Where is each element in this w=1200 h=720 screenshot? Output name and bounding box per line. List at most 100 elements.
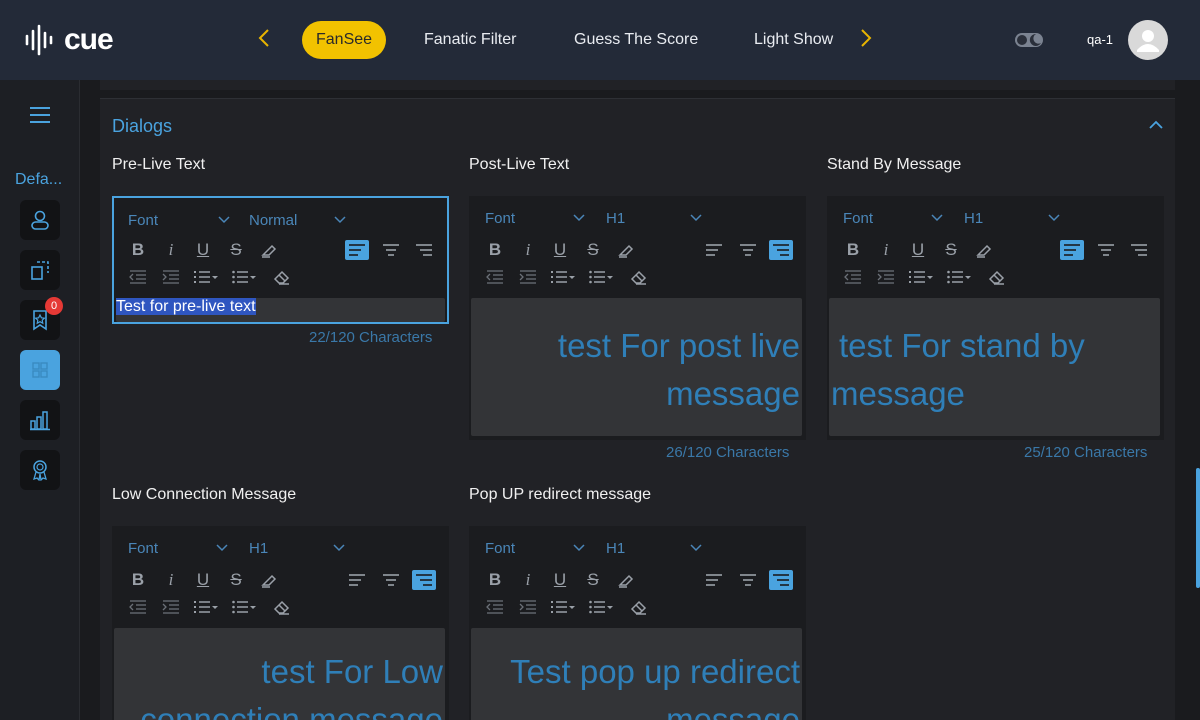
highlight-button[interactable]: [257, 570, 281, 590]
tab-light-show[interactable]: Light Show: [740, 21, 847, 59]
font-select[interactable]: Font: [485, 540, 515, 557]
bold-button[interactable]: B: [483, 570, 507, 590]
editor-content[interactable]: test For Low connection message: [114, 628, 445, 720]
chevron-down-icon[interactable]: [931, 214, 943, 222]
hamburger-menu-icon[interactable]: [30, 106, 50, 124]
eraser-button[interactable]: [627, 267, 651, 287]
align-left-button[interactable]: [345, 570, 369, 590]
highlight-button[interactable]: [614, 240, 638, 260]
chevron-down-icon[interactable]: [216, 544, 228, 552]
bullet-list-button[interactable]: [944, 267, 974, 287]
editor-low-connection-message[interactable]: Font H1 Bi U S test For Low connection mes…: [112, 526, 449, 720]
bullet-list-button[interactable]: [586, 597, 616, 617]
outdent-button[interactable]: [483, 597, 507, 617]
strikethrough-button[interactable]: S: [939, 240, 963, 260]
underline-button[interactable]: U: [548, 570, 572, 590]
user-name[interactable]: qa-1: [1087, 32, 1113, 47]
font-select[interactable]: Font: [485, 210, 515, 227]
font-select[interactable]: Font: [128, 540, 158, 557]
chevron-down-icon[interactable]: [218, 216, 230, 224]
chevron-down-icon[interactable]: [573, 214, 585, 222]
size-select[interactable]: H1: [249, 540, 268, 557]
underline-button[interactable]: U: [191, 570, 215, 590]
italic-button[interactable]: i: [516, 240, 540, 260]
font-select[interactable]: Font: [843, 210, 873, 227]
editor-popup-redirect-message[interactable]: Font H1 Bi U S Test pop up redirect messag…: [469, 526, 806, 720]
outdent-button[interactable]: [126, 597, 150, 617]
align-right-button[interactable]: [412, 240, 436, 260]
italic-button[interactable]: i: [874, 240, 898, 260]
strikethrough-button[interactable]: S: [224, 570, 248, 590]
bold-button[interactable]: B: [126, 240, 150, 260]
editor-post-live-text[interactable]: Font H1 Bi U S test For post live message: [469, 196, 806, 440]
eraser-button[interactable]: [985, 267, 1009, 287]
indent-button[interactable]: [516, 597, 540, 617]
outdent-button[interactable]: [126, 267, 150, 287]
outdent-button[interactable]: [841, 267, 865, 287]
ordered-list-button[interactable]: [548, 597, 578, 617]
italic-button[interactable]: i: [516, 570, 540, 590]
underline-button[interactable]: U: [191, 240, 215, 260]
sidebar-item-ribbon[interactable]: 0: [20, 297, 63, 340]
italic-button[interactable]: i: [159, 570, 183, 590]
size-select[interactable]: Normal: [249, 212, 297, 229]
highlight-button[interactable]: [614, 570, 638, 590]
theme-toggle[interactable]: [1014, 30, 1044, 50]
align-left-button[interactable]: [702, 570, 726, 590]
highlight-button[interactable]: [257, 240, 281, 260]
eraser-button[interactable]: [270, 597, 294, 617]
nav-prev-icon[interactable]: [252, 28, 276, 52]
align-left-button[interactable]: [702, 240, 726, 260]
chevron-down-icon[interactable]: [690, 544, 702, 552]
align-right-button[interactable]: [769, 570, 793, 590]
italic-button[interactable]: i: [159, 240, 183, 260]
bullet-list-button[interactable]: [586, 267, 616, 287]
editor-content[interactable]: test For stand by message: [829, 298, 1160, 436]
chevron-up-icon[interactable]: [1148, 119, 1164, 131]
align-center-button[interactable]: [736, 240, 760, 260]
strikethrough-button[interactable]: S: [224, 240, 248, 260]
outdent-button[interactable]: [483, 267, 507, 287]
tab-fansee[interactable]: FanSee: [302, 21, 387, 59]
editor-content[interactable]: test For post live message: [471, 298, 802, 436]
size-select[interactable]: H1: [606, 540, 625, 557]
underline-button[interactable]: U: [548, 240, 572, 260]
bold-button[interactable]: B: [483, 240, 507, 260]
sidebar-item-user[interactable]: [20, 200, 60, 240]
size-select[interactable]: H1: [964, 210, 983, 227]
editor-content[interactable]: Test pop up redirect message: [471, 628, 802, 720]
scrollbar-thumb[interactable]: [1196, 468, 1200, 588]
tab-guess-the-score[interactable]: Guess The Score: [560, 21, 712, 59]
size-select[interactable]: H1: [606, 210, 625, 227]
chevron-down-icon[interactable]: [690, 214, 702, 222]
indent-button[interactable]: [159, 267, 183, 287]
ordered-list-button[interactable]: [191, 267, 221, 287]
align-center-button[interactable]: [736, 570, 760, 590]
ordered-list-button[interactable]: [548, 267, 578, 287]
bullet-list-button[interactable]: [229, 267, 259, 287]
ordered-list-button[interactable]: [906, 267, 936, 287]
sidebar-item-frame[interactable]: [20, 250, 60, 290]
sidebar-item-chart[interactable]: [20, 400, 60, 440]
align-center-button[interactable]: [379, 570, 403, 590]
avatar[interactable]: [1128, 20, 1168, 60]
bold-button[interactable]: B: [126, 570, 150, 590]
app-logo[interactable]: cue: [24, 22, 114, 58]
chevron-down-icon[interactable]: [573, 544, 585, 552]
nav-next-icon[interactable]: [854, 28, 878, 52]
tab-fanatic-filter[interactable]: Fanatic Filter: [410, 21, 530, 59]
align-left-button[interactable]: [345, 240, 369, 260]
ordered-list-button[interactable]: [191, 597, 221, 617]
align-left-button[interactable]: [1060, 240, 1084, 260]
align-center-button[interactable]: [379, 240, 403, 260]
align-right-button[interactable]: [412, 570, 436, 590]
eraser-button[interactable]: [627, 597, 651, 617]
indent-button[interactable]: [874, 267, 898, 287]
chevron-down-icon[interactable]: [333, 544, 345, 552]
sidebar-item-grid[interactable]: [20, 350, 60, 390]
chevron-down-icon[interactable]: [334, 216, 346, 224]
highlight-button[interactable]: [972, 240, 996, 260]
indent-button[interactable]: [159, 597, 183, 617]
bold-button[interactable]: B: [841, 240, 865, 260]
align-right-button[interactable]: [1127, 240, 1151, 260]
